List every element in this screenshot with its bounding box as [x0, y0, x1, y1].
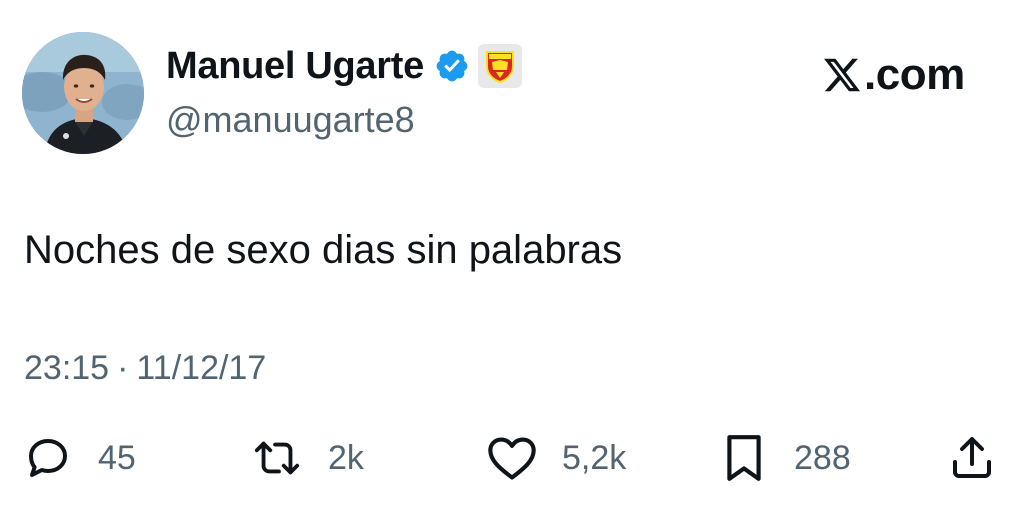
retweet-button[interactable]: 2k	[252, 432, 364, 484]
retweet-count: 2k	[328, 439, 364, 477]
bookmark-icon	[727, 435, 761, 481]
manchester-united-crest-icon	[485, 51, 514, 84]
author-line: Manuel Ugarte	[166, 44, 522, 88]
x-logo-icon	[824, 58, 861, 92]
club-badge[interactable]	[477, 44, 522, 88]
bookmark-button[interactable]: 288	[724, 432, 851, 484]
share-button[interactable]	[948, 432, 996, 484]
meta-separator: ·	[117, 349, 129, 387]
verified-badge-icon[interactable]	[434, 48, 470, 84]
site-logo-text: .com	[864, 50, 965, 99]
author-handle[interactable]: @manuugarte8	[166, 98, 415, 142]
tweet-card: Manuel Ugarte @manuugarte8 .com Noches d…	[0, 0, 1024, 526]
reply-button[interactable]: 45	[24, 432, 136, 484]
avatar[interactable]	[22, 32, 144, 154]
heart-icon	[488, 437, 536, 480]
site-logo: .com	[822, 50, 965, 100]
avatar-photo	[22, 32, 144, 154]
like-button[interactable]: 5,2k	[486, 432, 626, 484]
bookmark-count: 288	[794, 439, 851, 477]
reply-count: 45	[98, 439, 136, 477]
like-count: 5,2k	[562, 439, 627, 477]
speech-bubble-icon	[29, 439, 67, 477]
tweet-timestamp[interactable]: 23:15 · 11/12/17	[24, 345, 266, 391]
share-upload-icon	[953, 437, 991, 478]
tweet-date: 11/12/17	[136, 349, 267, 387]
tweet-text: Noches de sexo dias sin palabras	[24, 228, 623, 272]
retweet-arrows-icon	[254, 441, 300, 475]
tweet-time: 23:15	[24, 349, 110, 387]
author-name[interactable]: Manuel Ugarte	[166, 44, 424, 88]
